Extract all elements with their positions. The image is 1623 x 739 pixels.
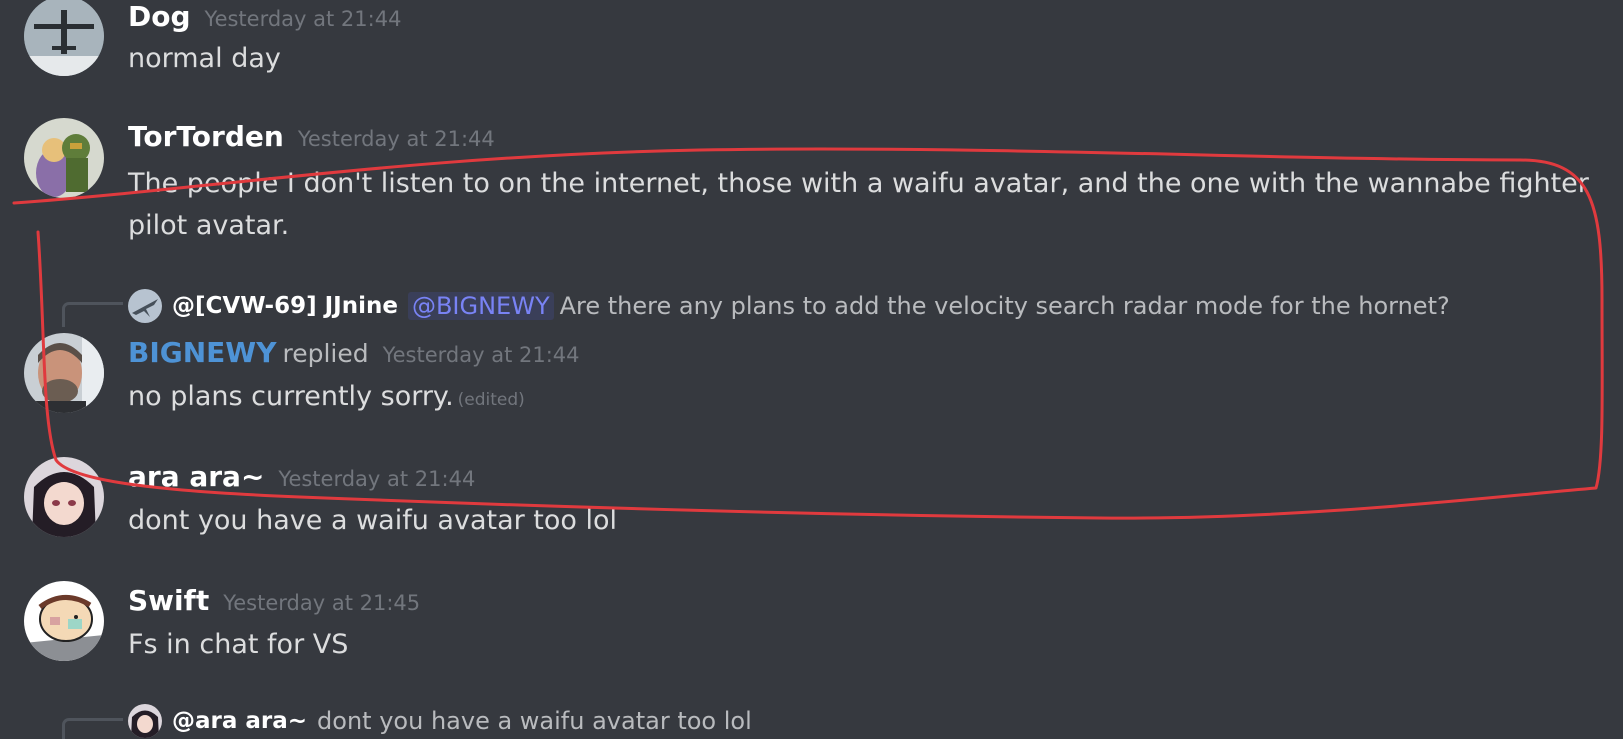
message-content: no plans currently sorry. (edited) xyxy=(128,376,525,421)
timestamp[interactable]: Yesterday at 21:45 xyxy=(223,591,420,615)
reply-text[interactable]: dont you have a waifu avatar too lol xyxy=(317,707,752,735)
reply-username[interactable]: @ara ara~ xyxy=(172,708,307,734)
message-content: dont you have a waifu avatar too lol xyxy=(128,505,618,536)
username[interactable]: BIGNEWY xyxy=(128,336,276,369)
reply-username[interactable]: @[CVW-69] JJnine xyxy=(172,293,398,319)
timestamp[interactable]: Yesterday at 21:44 xyxy=(383,343,580,367)
jjnine-avatar[interactable] xyxy=(128,289,162,323)
timestamp[interactable]: Yesterday at 21:44 xyxy=(278,467,475,491)
reply-connector xyxy=(62,302,123,327)
message-content: normal day xyxy=(128,43,281,74)
cartoon-avatar-icon xyxy=(24,581,104,661)
message-content: Fs in chat for VS xyxy=(128,629,349,660)
chat-messages: Dog Yesterday at 21:44 normal day TorTord… xyxy=(0,0,1623,739)
mention[interactable]: @BIGNEWY xyxy=(407,292,554,320)
dog-avatar[interactable] xyxy=(24,0,104,76)
swift-avatar[interactable] xyxy=(24,581,104,661)
username[interactable]: ara ara~ xyxy=(128,460,264,493)
reply-preview[interactable]: @ara ara~ dont you have a waifu avatar t… xyxy=(128,703,752,739)
aircraft-avatar-icon xyxy=(24,0,104,76)
tortorden-avatar[interactable] xyxy=(24,118,104,198)
ara-message-header: ara ara~ Yesterday at 21:44 xyxy=(128,460,475,493)
reply-text[interactable]: Are there any plans to add the velocity … xyxy=(560,292,1450,320)
timestamp[interactable]: Yesterday at 21:44 xyxy=(205,7,402,31)
edited-label: (edited) xyxy=(457,390,525,410)
jet-avatar-icon xyxy=(128,289,162,323)
anime-girl-avatar-icon xyxy=(128,704,162,738)
reply-preview[interactable]: @[CVW-69] JJnine @BIGNEWY Are there any … xyxy=(128,288,1450,324)
ara-reply-avatar[interactable] xyxy=(128,704,162,738)
message-content: The people I don't listen to on the inte… xyxy=(128,168,1589,241)
username[interactable]: TorTorden xyxy=(128,120,284,153)
soldier-avatar-icon xyxy=(24,118,104,198)
bignewy-avatar[interactable] xyxy=(24,333,104,413)
anime-girl-avatar-icon xyxy=(24,457,104,537)
timestamp[interactable]: Yesterday at 21:44 xyxy=(298,127,495,151)
replied-label: replied xyxy=(282,339,369,368)
dog-message-header: Dog Yesterday at 21:44 xyxy=(128,0,401,33)
username[interactable]: Dog xyxy=(128,0,191,33)
tortorden-message-header: TorTorden Yesterday at 21:44 xyxy=(128,120,495,153)
swift-message-header: Swift Yesterday at 21:45 xyxy=(128,584,420,617)
person-avatar-icon xyxy=(24,333,104,413)
ara-avatar[interactable] xyxy=(24,457,104,537)
message-text: no plans currently sorry. xyxy=(128,381,454,412)
bignewy-message-header: BIGNEWY replied Yesterday at 21:44 xyxy=(128,336,580,369)
username[interactable]: Swift xyxy=(128,584,209,617)
reply-connector xyxy=(62,718,123,739)
